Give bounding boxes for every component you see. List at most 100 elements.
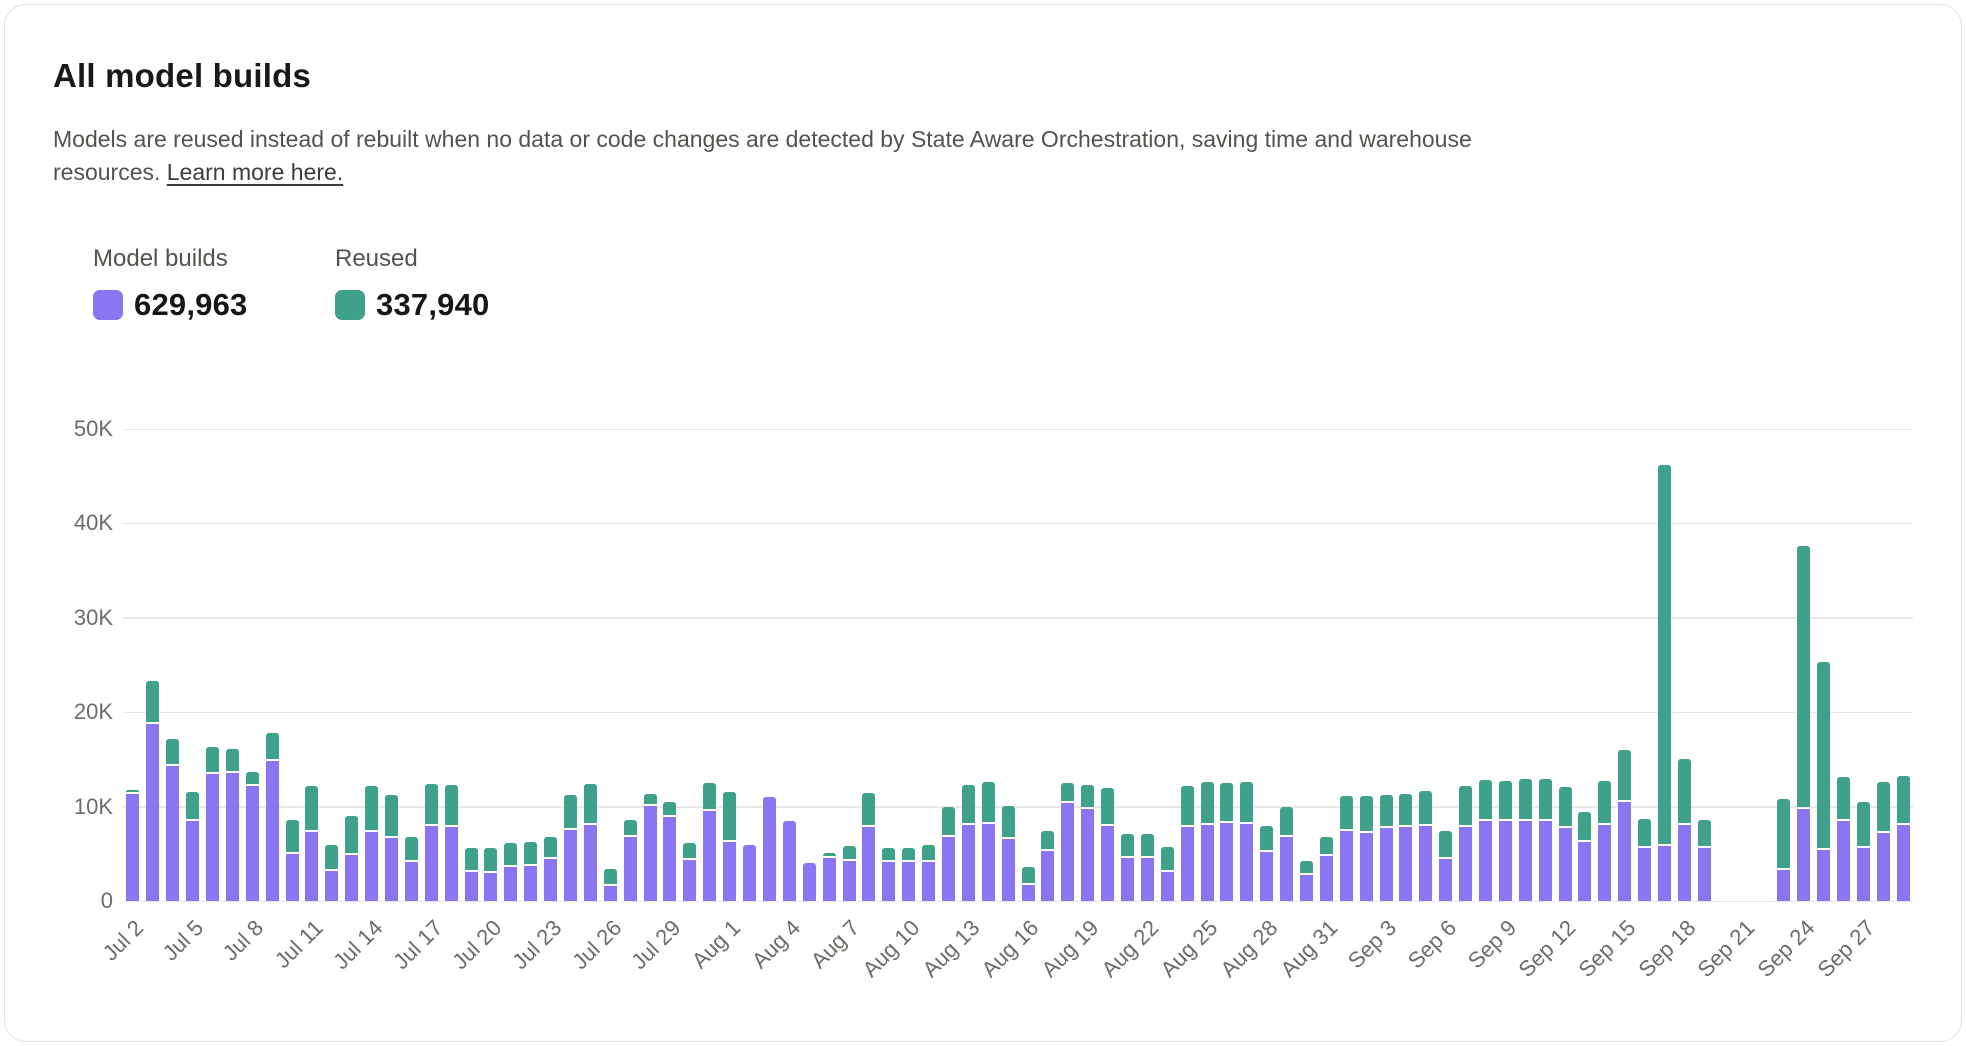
bar-jul-20[interactable] xyxy=(484,848,497,901)
bar-aug-29[interactable] xyxy=(1280,807,1293,902)
bar-aug-21[interactable] xyxy=(1121,834,1134,901)
bar-jul-17[interactable] xyxy=(425,784,438,901)
bar-aug-2[interactable] xyxy=(743,845,756,901)
bar-aug-9[interactable] xyxy=(882,848,895,901)
bar-sep-7[interactable] xyxy=(1459,786,1472,901)
bar-aug-31[interactable] xyxy=(1320,837,1333,901)
bar-aug-28[interactable] xyxy=(1260,826,1273,901)
bar-aug-1[interactable] xyxy=(723,792,736,901)
bar-aug-26[interactable] xyxy=(1220,783,1233,901)
bar-aug-16[interactable] xyxy=(1022,867,1035,901)
bar-sep-26[interactable] xyxy=(1837,777,1850,901)
bar-aug-3[interactable] xyxy=(763,797,776,901)
bar-aug-5[interactable] xyxy=(803,863,816,901)
bar-sep-13[interactable] xyxy=(1578,812,1591,901)
bar-aug-23[interactable] xyxy=(1161,847,1174,901)
bar-aug-17[interactable] xyxy=(1041,831,1054,901)
reused-segment xyxy=(1837,777,1850,819)
bar-jul-9[interactable] xyxy=(266,733,279,901)
bar-slot xyxy=(302,429,322,901)
bar-slot xyxy=(1137,429,1157,901)
bar-sep-4[interactable] xyxy=(1399,794,1412,901)
model-builds-segment xyxy=(703,811,716,901)
bar-jul-5[interactable] xyxy=(186,792,199,901)
bar-sep-1[interactable] xyxy=(1340,796,1353,901)
bar-slot xyxy=(362,429,382,901)
reused-segment xyxy=(1121,834,1134,856)
bar-sep-6[interactable] xyxy=(1439,831,1452,901)
bar-aug-20[interactable] xyxy=(1101,788,1114,901)
bar-aug-7[interactable] xyxy=(843,846,856,901)
bar-jul-14[interactable] xyxy=(365,786,378,901)
y-axis-label: 30K xyxy=(43,605,113,631)
bar-sep-12[interactable] xyxy=(1559,787,1572,901)
bar-sep-8[interactable] xyxy=(1479,780,1492,901)
bar-aug-25[interactable] xyxy=(1201,782,1214,901)
bar-sep-11[interactable] xyxy=(1539,779,1552,901)
bar-jul-13[interactable] xyxy=(345,816,358,901)
bar-jul-8[interactable] xyxy=(246,772,259,901)
bar-jul-29[interactable] xyxy=(663,802,676,901)
bar-aug-22[interactable] xyxy=(1141,834,1154,901)
bar-sep-16[interactable] xyxy=(1638,819,1651,901)
bar-aug-14[interactable] xyxy=(982,782,995,901)
bar-sep-14[interactable] xyxy=(1598,781,1611,901)
bar-jul-25[interactable] xyxy=(584,784,597,901)
bar-aug-15[interactable] xyxy=(1002,806,1015,901)
bar-sep-29[interactable] xyxy=(1897,776,1910,901)
bar-sep-10[interactable] xyxy=(1519,779,1532,901)
model-builds-segment xyxy=(644,806,657,901)
bar-aug-19[interactable] xyxy=(1081,785,1094,901)
bar-jul-26[interactable] xyxy=(604,869,617,901)
bar-jul-11[interactable] xyxy=(305,786,318,901)
bar-jul-30[interactable] xyxy=(683,843,696,901)
bar-jul-15[interactable] xyxy=(385,795,398,901)
bar-slot xyxy=(183,429,203,901)
bar-aug-11[interactable] xyxy=(922,845,935,901)
bar-jul-6[interactable] xyxy=(206,747,219,901)
bar-jul-19[interactable] xyxy=(465,848,478,901)
bar-sep-3[interactable] xyxy=(1380,795,1393,901)
bar-aug-12[interactable] xyxy=(942,807,955,901)
bar-jul-21[interactable] xyxy=(504,843,517,901)
bar-jul-10[interactable] xyxy=(286,820,299,901)
bar-aug-6[interactable] xyxy=(823,853,836,901)
bar-sep-19[interactable] xyxy=(1698,820,1711,901)
bar-sep-15[interactable] xyxy=(1618,750,1631,901)
bar-sep-24[interactable] xyxy=(1797,546,1810,901)
bar-jul-28[interactable] xyxy=(644,794,657,901)
bar-jul-16[interactable] xyxy=(405,837,418,901)
bar-jul-23[interactable] xyxy=(544,837,557,901)
bar-aug-27[interactable] xyxy=(1240,782,1253,901)
bar-aug-18[interactable] xyxy=(1061,783,1074,901)
bar-sep-9[interactable] xyxy=(1499,781,1512,901)
bar-jul-2[interactable] xyxy=(126,790,139,902)
bar-sep-2[interactable] xyxy=(1360,796,1373,901)
bar-aug-30[interactable] xyxy=(1300,861,1313,901)
bar-aug-24[interactable] xyxy=(1181,786,1194,901)
bar-sep-23[interactable] xyxy=(1777,799,1790,901)
bar-jul-4[interactable] xyxy=(166,739,179,901)
bar-jul-27[interactable] xyxy=(624,820,637,901)
bar-aug-10[interactable] xyxy=(902,848,915,901)
bar-jul-22[interactable] xyxy=(524,842,537,901)
bar-jul-12[interactable] xyxy=(325,845,338,901)
bar-jul-18[interactable] xyxy=(445,785,458,901)
bar-slot xyxy=(958,429,978,901)
bar-sep-25[interactable] xyxy=(1817,662,1830,901)
model-builds-segment xyxy=(1618,802,1631,901)
model-builds-segment xyxy=(246,786,259,901)
bar-sep-5[interactable] xyxy=(1419,791,1432,901)
bar-jul-31[interactable] xyxy=(703,783,716,901)
bar-aug-13[interactable] xyxy=(962,785,975,901)
bar-sep-18[interactable] xyxy=(1678,759,1691,901)
bar-sep-27[interactable] xyxy=(1857,802,1870,901)
bar-jul-3[interactable] xyxy=(146,681,159,901)
bar-sep-17[interactable] xyxy=(1658,465,1671,901)
bar-slot xyxy=(760,429,780,901)
bar-aug-4[interactable] xyxy=(783,821,796,901)
bar-jul-7[interactable] xyxy=(226,749,239,901)
bar-jul-24[interactable] xyxy=(564,795,577,901)
bar-sep-28[interactable] xyxy=(1877,782,1890,901)
bar-aug-8[interactable] xyxy=(862,793,875,901)
